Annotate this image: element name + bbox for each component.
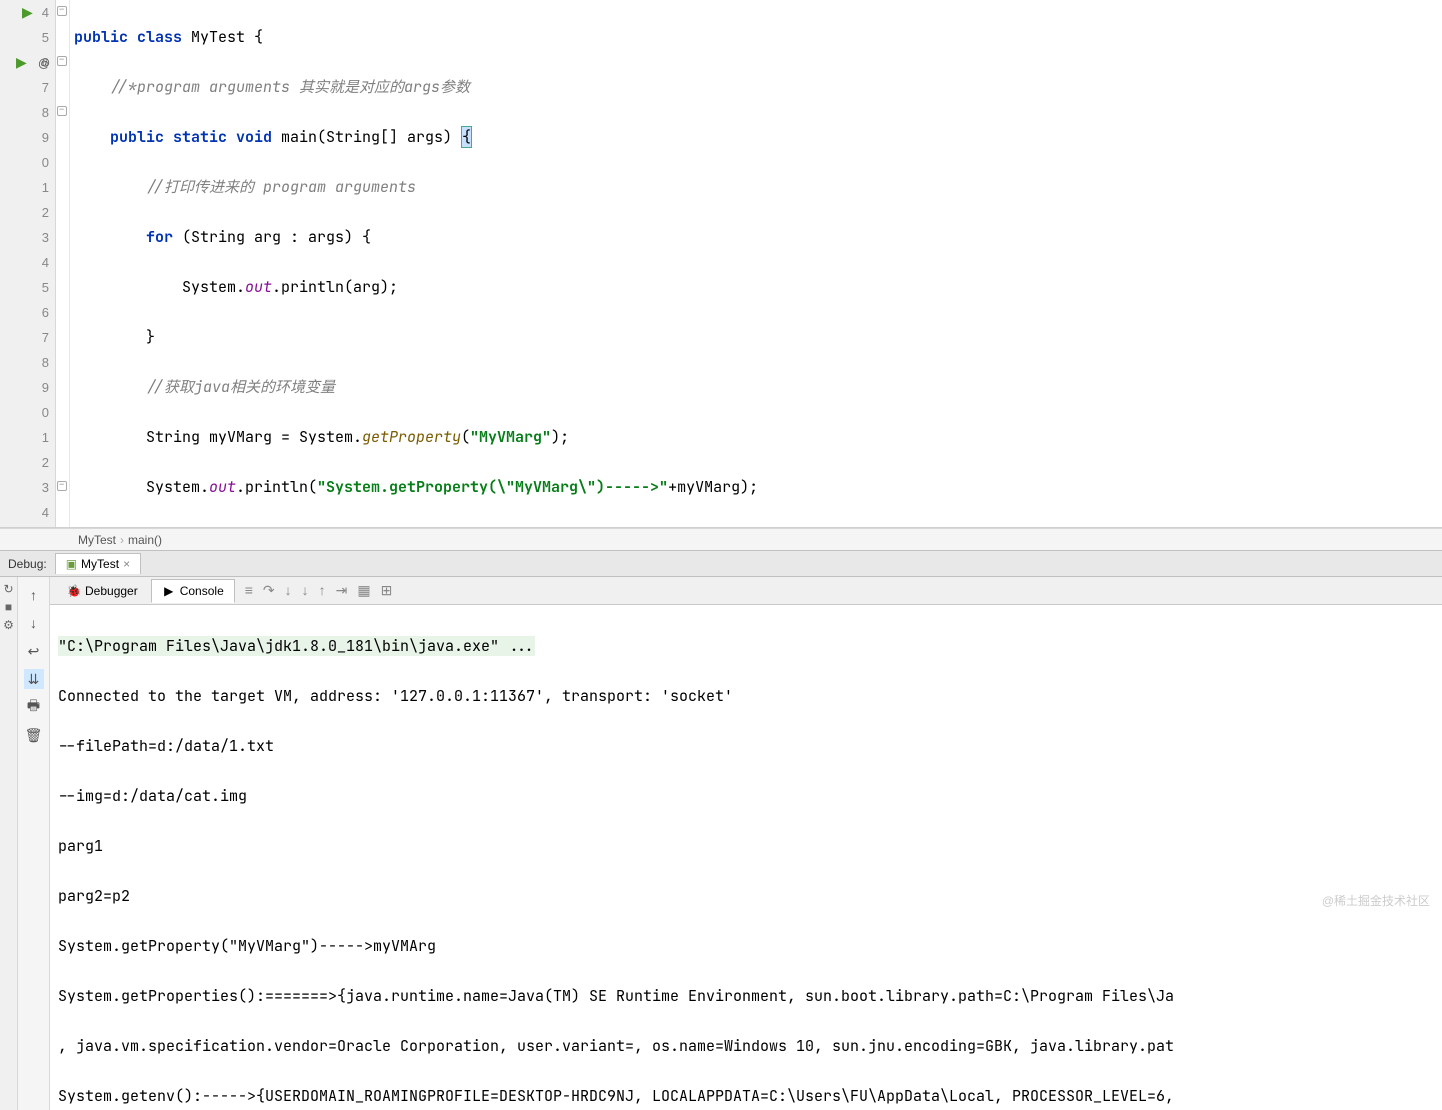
step-over-icon[interactable]: ≡: [245, 582, 253, 599]
debug-tab-label: MyTest: [81, 557, 119, 571]
line-number: 8: [42, 355, 49, 370]
line-number: 0: [42, 405, 49, 420]
line-number: 1: [42, 180, 49, 195]
evaluate-icon[interactable]: ▦: [357, 582, 370, 599]
print-icon[interactable]: 🖶: [24, 697, 44, 717]
debug-sidebar-actions: ↑ ↓ ↩ ⇊ 🖶 🗑: [18, 577, 50, 1110]
breadcrumb-item[interactable]: MyTest: [78, 533, 116, 547]
frames-icon[interactable]: ⇥: [336, 582, 348, 599]
line-number: 4: [42, 5, 49, 20]
close-icon[interactable]: ×: [123, 557, 130, 571]
console-line: "C:\Program Files\Java\jdk1.8.0_181\bin\…: [58, 636, 535, 656]
console-line: , java.vm.specification.vendor=Oracle Co…: [58, 1034, 1434, 1059]
line-number: 4: [42, 255, 49, 270]
chevron-right-icon: ›: [120, 533, 124, 547]
console-line: parg1: [58, 834, 1434, 859]
line-number: 7: [42, 330, 49, 345]
console-line: System.getenv():----->{USERDOMAIN_ROAMIN…: [58, 1084, 1434, 1109]
settings-icon[interactable]: ⚙: [1, 617, 17, 633]
run-icon[interactable]: ▶: [16, 54, 27, 71]
line-number: 3: [42, 480, 49, 495]
debug-header: Debug: ▣ MyTest ×: [0, 551, 1442, 577]
line-number: 1: [42, 430, 49, 445]
debug-body: ↻ ■ ⚙ ↑ ↓ ↩ ⇊ 🖶 🗑 🐞 Debugger ▶ Console: [0, 577, 1442, 1110]
stop-icon[interactable]: ■: [1, 599, 17, 615]
line-number: 9: [42, 380, 49, 395]
debug-label: Debug:: [0, 557, 55, 571]
up-icon[interactable]: ↑: [24, 585, 44, 605]
console-output[interactable]: "C:\Program Files\Java\jdk1.8.0_181\bin\…: [50, 605, 1442, 1110]
down-icon[interactable]: ↓: [24, 613, 44, 633]
step-icon[interactable]: ↑: [319, 582, 326, 599]
line-number: 5: [42, 30, 49, 45]
tab-console[interactable]: ▶ Console: [151, 579, 235, 603]
scroll-icon[interactable]: ⇊: [24, 669, 44, 689]
line-number: 2: [42, 205, 49, 220]
step-out-icon[interactable]: ↓: [285, 582, 292, 599]
line-number: 8: [42, 105, 49, 120]
at-icon: @: [38, 56, 50, 70]
console-icon: ▶: [162, 584, 176, 598]
code-editor[interactable]: public class MyTest { //*program argumen…: [70, 0, 1442, 527]
editor-area: ▶4 5 ▶@6 7 8 9 0 1 2 3 4 5 6 7 8 9 0 1 2…: [0, 0, 1442, 528]
debugger-icon: 🐞: [67, 584, 81, 598]
console-line: --filePath=d:/data/1.txt: [58, 734, 1434, 759]
line-number: 0: [42, 155, 49, 170]
console-line: parg2=p2: [58, 884, 1434, 909]
console-line: --img=d:/data/cat.img: [58, 784, 1434, 809]
gutter: ▶4 5 ▶@6 7 8 9 0 1 2 3 4 5 6 7 8 9 0 1 2…: [0, 0, 56, 527]
tab-debugger[interactable]: 🐞 Debugger: [56, 579, 149, 603]
debug-tabs: 🐞 Debugger ▶ Console ≡ ↷ ↓ ↓ ↑ ⇥ ▦ ⊞: [50, 577, 1442, 605]
fold-toggle[interactable]: [57, 481, 67, 491]
line-number: 4: [42, 505, 49, 520]
console-line: System.getProperties():=======>{java.run…: [58, 984, 1434, 1009]
breadcrumb-item[interactable]: main(): [128, 533, 162, 547]
run-icon[interactable]: ▶: [22, 4, 33, 21]
debug-actions: ≡ ↷ ↓ ↓ ↑ ⇥ ▦ ⊞: [245, 582, 393, 599]
console-line: Connected to the target VM, address: '12…: [58, 684, 1434, 709]
debug-content: 🐞 Debugger ▶ Console ≡ ↷ ↓ ↓ ↑ ⇥ ▦ ⊞: [50, 577, 1442, 1110]
breadcrumb: MyTest › main(): [0, 528, 1442, 550]
step-into-icon[interactable]: ↷: [263, 582, 275, 599]
more-icon[interactable]: ⊞: [381, 582, 393, 599]
application-icon: ▣: [66, 557, 77, 571]
fold-column: [56, 0, 70, 527]
fold-toggle[interactable]: [57, 56, 67, 66]
wrap-icon[interactable]: ↩: [24, 641, 44, 661]
line-number: 3: [42, 230, 49, 245]
fold-toggle[interactable]: [57, 6, 67, 16]
debug-run-tab[interactable]: ▣ MyTest ×: [55, 553, 141, 574]
trash-icon[interactable]: 🗑: [24, 725, 44, 745]
line-number: 9: [42, 130, 49, 145]
line-number: 5: [42, 280, 49, 295]
line-number: 2: [42, 455, 49, 470]
rerun-icon[interactable]: ↻: [1, 581, 17, 597]
line-number: 7: [42, 80, 49, 95]
debug-sidebar-left: ↻ ■ ⚙: [0, 577, 18, 1110]
line-number: 6: [42, 305, 49, 320]
step-icon[interactable]: ↓: [302, 582, 309, 599]
debug-panel: Debug: ▣ MyTest × ↻ ■ ⚙ ↑ ↓ ↩ ⇊ 🖶 🗑 🐞 De…: [0, 550, 1442, 1110]
fold-toggle[interactable]: [57, 106, 67, 116]
console-line: System.getProperty("MyVMarg")----->myVMA…: [58, 934, 1434, 959]
